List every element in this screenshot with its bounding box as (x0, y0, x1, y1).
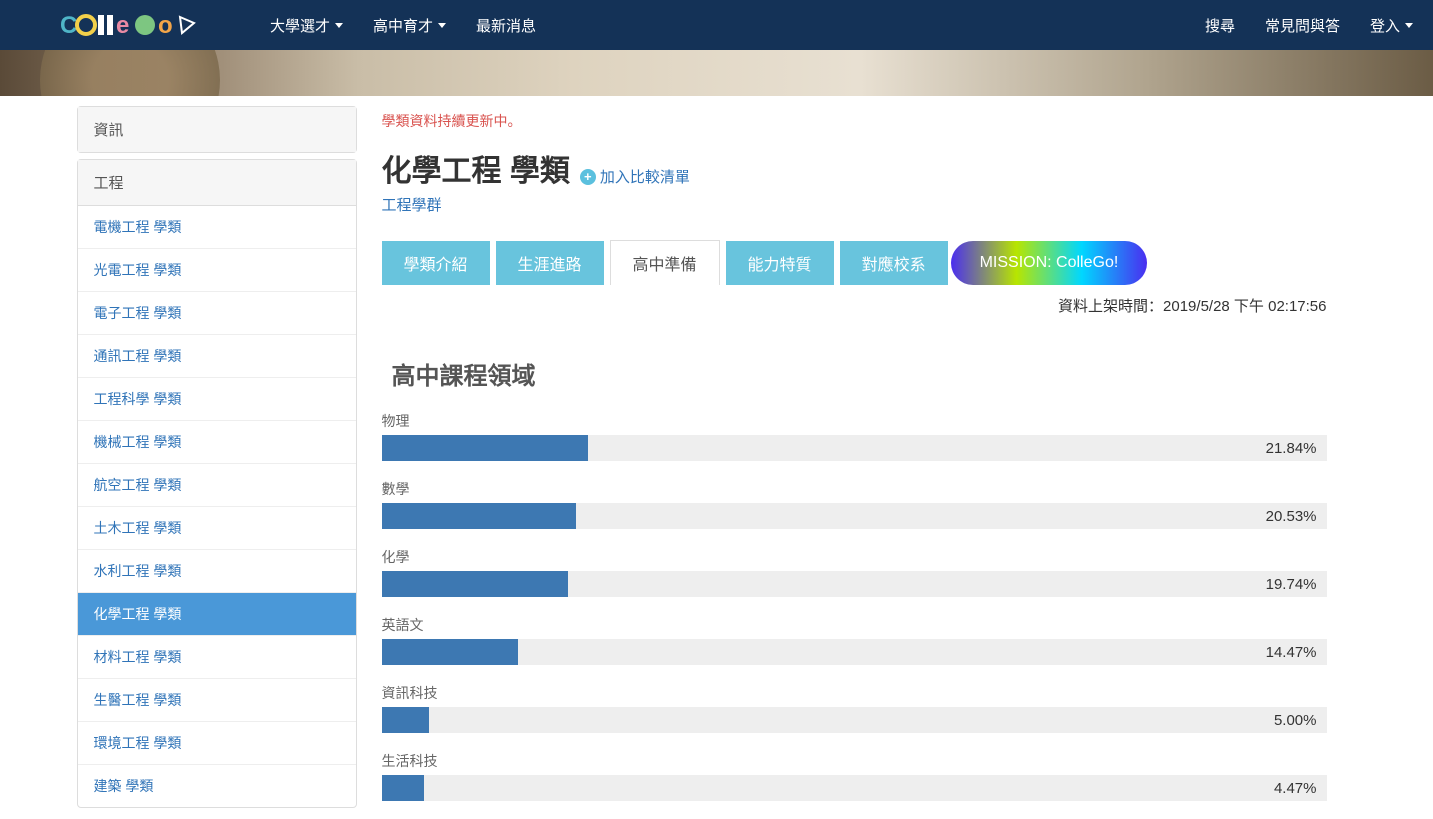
sidebar-item[interactable]: 通訊工程 學類 (78, 334, 356, 377)
bar-fill (382, 503, 576, 529)
bar-label: 生活科技 (382, 751, 1327, 771)
hero-banner (0, 50, 1433, 96)
sidebar-item[interactable]: 化學工程 學類 (78, 592, 356, 635)
chevron-down-icon (1405, 23, 1413, 28)
nav-item[interactable]: 最新消息 (476, 15, 536, 36)
nav-item[interactable]: 大學選才 (270, 15, 343, 36)
add-compare-link[interactable]: + 加入比較清單 (580, 166, 690, 187)
tab[interactable]: 高中準備 (610, 240, 720, 285)
main-content: 學類資料持續更新中。 化學工程 學類 + 加入比較清單 工程學群 學類介紹生涯進… (382, 96, 1357, 819)
top-navbar: C e o 大學選才 高中育才 最新消息 搜尋 常見問與答 登入 (0, 0, 1433, 50)
bar-track: 21.84% (382, 435, 1327, 461)
add-compare-label: 加入比較清單 (600, 166, 690, 187)
course-bar-chart: 物理 21.84% 數學 20.53% 化學 19.74% 英語文 14.47% 資訊科技 5.0… (382, 411, 1327, 801)
sidebar-item[interactable]: 機械工程 學類 (78, 420, 356, 463)
sidebar-item[interactable]: 航空工程 學類 (78, 463, 356, 506)
svg-text:e: e (116, 12, 130, 39)
update-notice: 學類資料持續更新中。 (382, 111, 1327, 131)
sidebar-item[interactable]: 光電工程 學類 (78, 248, 356, 291)
sidebar-item[interactable]: 環境工程 學類 (78, 721, 356, 764)
bar-row: 英語文 14.47% (382, 615, 1327, 665)
svg-text:o: o (158, 12, 174, 39)
bar-fill (382, 571, 569, 597)
bar-value: 14.47% (1266, 644, 1317, 661)
bar-fill (382, 707, 429, 733)
nav-item-label: 搜尋 (1205, 15, 1235, 36)
bar-fill (382, 775, 424, 801)
nav-item-label: 最新消息 (476, 15, 536, 36)
sidebar-item[interactable]: 工程科學 學類 (78, 377, 356, 420)
sidebar-item[interactable]: 生醫工程 學類 (78, 678, 356, 721)
cluster-link[interactable]: 工程學群 (382, 194, 442, 215)
bar-value: 5.00% (1274, 712, 1317, 729)
nav-item[interactable]: 高中育才 (373, 15, 446, 36)
tab[interactable]: 對應校系 (840, 241, 948, 285)
upload-time-value: 2019/5/28 下午 02:17:56 (1163, 298, 1326, 315)
nav-item[interactable]: 常見問與答 (1265, 15, 1340, 36)
page-title: 化學工程 學類 (382, 146, 570, 190)
bar-value: 4.47% (1274, 780, 1317, 797)
bar-label: 化學 (382, 547, 1327, 567)
nav-item-label: 常見問與答 (1265, 15, 1340, 36)
upload-time: 資料上架時間：2019/5/28 下午 02:17:56 (382, 295, 1327, 316)
sidebar: 資訊 工程 電機工程 學類光電工程 學類電子工程 學類通訊工程 學類工程科學 學… (77, 106, 357, 819)
nav-left: 大學選才 高中育才 最新消息 (270, 15, 536, 36)
bar-value: 21.84% (1266, 440, 1317, 457)
bar-value: 20.53% (1266, 508, 1317, 525)
sidebar-group-engineering: 工程 電機工程 學類光電工程 學類電子工程 學類通訊工程 學類工程科學 學類機械… (77, 159, 357, 808)
sidebar-item[interactable]: 土木工程 學類 (78, 506, 356, 549)
tab[interactable]: 學類介紹 (382, 241, 490, 285)
bar-track: 20.53% (382, 503, 1327, 529)
bar-track: 4.47% (382, 775, 1327, 801)
bar-row: 物理 21.84% (382, 411, 1327, 461)
chevron-down-icon (438, 23, 446, 28)
sidebar-group-header-engineering[interactable]: 工程 (78, 160, 356, 206)
bar-label: 物理 (382, 411, 1327, 431)
sidebar-item[interactable]: 建築 學類 (78, 764, 356, 807)
upload-time-label: 資料上架時間： (1058, 298, 1163, 315)
logo-icon: C e o (60, 11, 230, 39)
bar-label: 數學 (382, 479, 1327, 499)
sidebar-item[interactable]: 水利工程 學類 (78, 549, 356, 592)
bar-track: 19.74% (382, 571, 1327, 597)
sidebar-group-header-info[interactable]: 資訊 (78, 107, 356, 152)
bar-track: 14.47% (382, 639, 1327, 665)
chevron-down-icon (335, 23, 343, 28)
tab[interactable]: 能力特質 (726, 241, 834, 285)
bar-value: 19.74% (1266, 576, 1317, 593)
sidebar-item[interactable]: 材料工程 學類 (78, 635, 356, 678)
section-heading: 高中課程領域 (392, 356, 1327, 391)
sidebar-item[interactable]: 電機工程 學類 (78, 206, 356, 248)
bar-row: 化學 19.74% (382, 547, 1327, 597)
bar-fill (382, 639, 519, 665)
nav-right: 搜尋 常見問與答 登入 (1205, 15, 1413, 36)
sidebar-list: 電機工程 學類光電工程 學類電子工程 學類通訊工程 學類工程科學 學類機械工程 … (78, 206, 356, 807)
bar-fill (382, 435, 588, 461)
bar-row: 生活科技 4.47% (382, 751, 1327, 801)
nav-item[interactable]: 搜尋 (1205, 15, 1235, 36)
bar-row: 資訊科技 5.00% (382, 683, 1327, 733)
bar-track: 5.00% (382, 707, 1327, 733)
nav-item-label: 高中育才 (373, 15, 433, 36)
nav-item-label: 大學選才 (270, 15, 330, 36)
brand-logo[interactable]: C e o (60, 11, 230, 39)
plus-circle-icon: + (580, 169, 596, 185)
sidebar-group-collapsed: 資訊 (77, 106, 357, 153)
tab-bar: 學類介紹生涯進路高中準備能力特質對應校系MISSION: ColleGo! (382, 240, 1327, 285)
nav-item[interactable]: 登入 (1370, 15, 1413, 36)
tab-mission[interactable]: MISSION: ColleGo! (954, 244, 1145, 282)
tab[interactable]: 生涯進路 (496, 241, 604, 285)
nav-item-label: 登入 (1370, 15, 1400, 36)
sidebar-item[interactable]: 電子工程 學類 (78, 291, 356, 334)
bar-label: 資訊科技 (382, 683, 1327, 703)
bar-label: 英語文 (382, 615, 1327, 635)
bar-row: 數學 20.53% (382, 479, 1327, 529)
